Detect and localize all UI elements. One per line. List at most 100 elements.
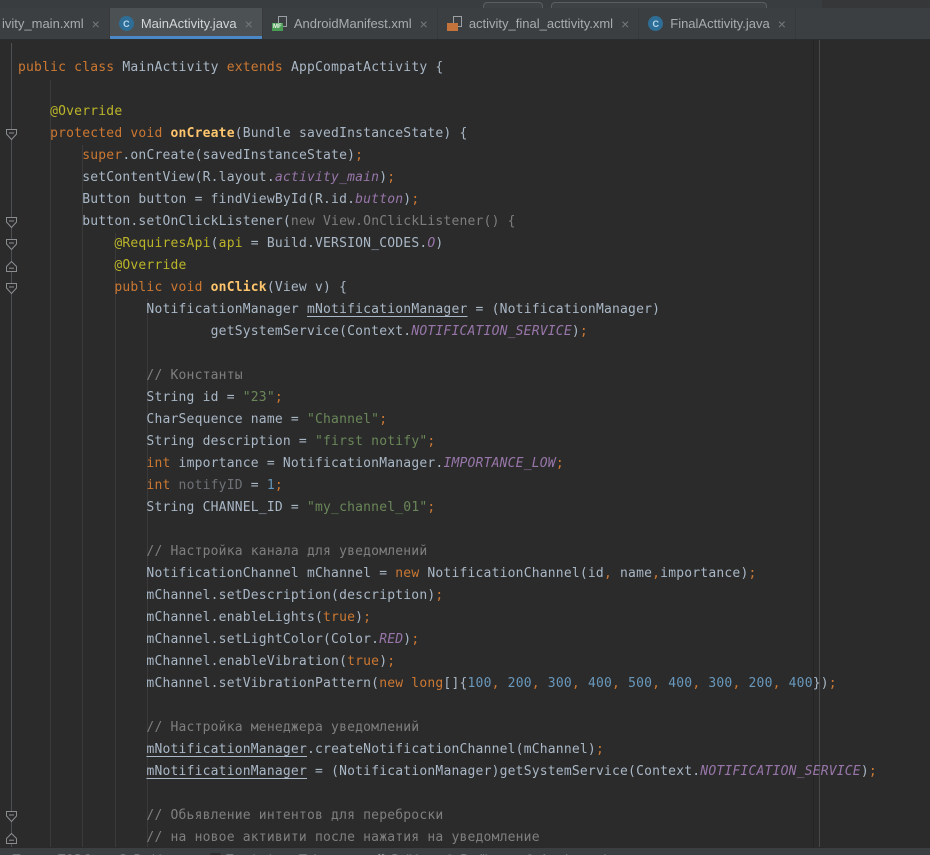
code-token: // Константы xyxy=(18,368,243,383)
code-line[interactable]: button.setOnClickListener(new View.OnCli… xyxy=(0,211,877,233)
code-token: }) xyxy=(813,676,829,691)
code-line[interactable]: Button button = findViewById(R.id.button… xyxy=(0,189,877,211)
code-token: ; xyxy=(748,566,756,581)
code-token: ) xyxy=(435,236,443,251)
code-line[interactable]: // на новое активити после нажатия на ув… xyxy=(0,827,877,847)
tool-window-button-profiler[interactable]: ◔Profiler xyxy=(431,852,511,855)
code-token: mNotificationManager xyxy=(146,764,307,779)
fold-down-icon[interactable] xyxy=(5,282,18,295)
tool-window-button-todo[interactable]: ≡TODO xyxy=(29,852,105,855)
code-token: true xyxy=(323,610,355,625)
fold-down-icon[interactable] xyxy=(5,238,18,251)
code-token: , xyxy=(572,676,580,691)
code-line[interactable]: mChannel.setDescription(description); xyxy=(0,585,877,607)
code-line[interactable]: String id = "23"; xyxy=(0,387,877,409)
code-line[interactable]: // Настройка менеджера уведомлений xyxy=(0,717,877,739)
tool-window-button-terminal[interactable]: >_Terminal xyxy=(197,852,284,855)
code-token: , xyxy=(532,676,540,691)
close-icon[interactable]: × xyxy=(621,17,629,31)
java-class-icon: C xyxy=(648,16,663,31)
code-line[interactable]: public class MainActivity extends AppCom… xyxy=(0,57,877,79)
tool-window-button-app-inspection[interactable]: ◎App Inspection xyxy=(511,852,632,855)
code-line[interactable]: String description = "first notify"; xyxy=(0,431,877,453)
code-token: , xyxy=(652,676,660,691)
code-token: = (NotificationManager)getSystemService(… xyxy=(307,764,700,779)
code-line[interactable]: NotificationChannel mChannel = new Notif… xyxy=(0,563,877,585)
code-line[interactable] xyxy=(0,343,877,365)
code-token: 300 xyxy=(540,676,572,691)
code-line[interactable]: public void onClick(View v) { xyxy=(0,277,877,299)
tab-ivity-main-xml[interactable]: ivity_main.xml × xyxy=(0,8,110,39)
code-line[interactable]: setContentView(R.layout.activity_main); xyxy=(0,167,877,189)
code-line[interactable]: // Константы xyxy=(0,365,877,387)
code-token: mChannel.enableVibration( xyxy=(18,654,347,669)
code-line[interactable]: @RequiresApi(api = Build.VERSION_CODES.O… xyxy=(0,233,877,255)
code-line[interactable]: String CHANNEL_ID = "my_channel_01"; xyxy=(0,497,877,519)
code-line[interactable]: NotificationManager mNotificationManager… xyxy=(0,299,877,321)
code-token: api xyxy=(219,236,243,251)
code-line[interactable]: mNotificationManager = (NotificationMana… xyxy=(0,761,877,783)
code-line[interactable]: mChannel.setVibrationPattern(new long[]{… xyxy=(0,673,877,695)
code-line[interactable]: mChannel.enableLights(true); xyxy=(0,607,877,629)
fold-up-icon[interactable] xyxy=(5,832,18,845)
code-line[interactable]: getSystemService(Context.NOTIFICATION_SE… xyxy=(0,321,877,343)
code-line[interactable]: @Override xyxy=(0,255,877,277)
code-token: ; xyxy=(427,434,435,449)
fold-down-icon[interactable] xyxy=(5,216,18,229)
code-token: ; xyxy=(387,170,395,185)
code-token: public void xyxy=(18,280,211,295)
code-line[interactable]: mNotificationManager.createNotificationC… xyxy=(0,739,877,761)
code-line[interactable]: @Override xyxy=(0,101,877,123)
tool-window-button-logcat[interactable]: ▤Logcat xyxy=(285,852,363,855)
fold-down-icon[interactable] xyxy=(5,128,18,141)
code-token: protected void xyxy=(18,126,171,141)
code-token: // Настройка канала для уведомлений xyxy=(18,544,427,559)
code-line[interactable]: mChannel.enableVibration(true); xyxy=(0,651,877,673)
layout-xml-file-icon xyxy=(447,16,462,31)
code-token: ; xyxy=(355,148,363,163)
code-token: 300 xyxy=(700,676,732,691)
code-token: ; xyxy=(556,456,564,471)
tab-finalacttivity-java[interactable]: CFinalActtivity.java× xyxy=(639,8,796,39)
code-token: super xyxy=(18,148,122,163)
code-line[interactable] xyxy=(0,783,877,805)
code-token: onClick xyxy=(211,280,267,295)
code-token: true xyxy=(347,654,379,669)
code-line[interactable]: // Обьявление интентов для переброски xyxy=(0,805,877,827)
tool-window-bar: □≡TODO!Problems>_Terminal▤Logcat⚒Build◔P… xyxy=(0,847,930,855)
code-line[interactable]: CharSequence name = "Channel"; xyxy=(0,409,877,431)
code-token: 400 xyxy=(660,676,692,691)
code-editor[interactable]: public class MainActivity extends AppCom… xyxy=(0,40,930,847)
close-icon[interactable]: × xyxy=(778,17,786,31)
tab-activity-final-acttivity-xml[interactable]: activity_final_acttivity.xml× xyxy=(438,8,639,39)
code-line[interactable] xyxy=(0,519,877,541)
code-line[interactable] xyxy=(0,695,877,717)
close-icon[interactable]: × xyxy=(245,17,253,31)
manifest-file-icon: MF xyxy=(272,16,287,31)
code-line[interactable]: mChannel.setLightColor(Color.RED); xyxy=(0,629,877,651)
tab-androidmanifest-xml[interactable]: MF AndroidManifest.xml × xyxy=(263,8,438,39)
code-line[interactable] xyxy=(0,79,877,101)
tab-label: AndroidManifest.xml xyxy=(294,16,412,31)
code-token: (Bundle savedInstanceState) { xyxy=(235,126,468,141)
code-token: @Override xyxy=(18,258,187,273)
code-line[interactable]: int importance = NotificationManager.IMP… xyxy=(0,453,877,475)
code-token: @RequiresApi xyxy=(18,236,211,251)
code-line[interactable]: // Настройка канала для уведомлений xyxy=(0,541,877,563)
tool-window-button-problems[interactable]: !Problems xyxy=(105,852,197,855)
tab-mainactivity-java[interactable]: CMainActivity.java× xyxy=(110,8,263,39)
code-token: new long xyxy=(379,676,443,691)
tab-label: ivity_main.xml xyxy=(2,16,84,31)
code-line[interactable]: super.onCreate(savedInstanceState); xyxy=(0,145,877,167)
tool-window-label: Build xyxy=(392,852,419,855)
code-token: (View v) { xyxy=(267,280,347,295)
code-token: importance) xyxy=(660,566,748,581)
tool-window-button-build[interactable]: ⚒Build xyxy=(363,852,432,855)
code-line[interactable]: protected void onCreate(Bundle savedInst… xyxy=(0,123,877,145)
close-icon[interactable]: × xyxy=(92,17,100,31)
code-line[interactable]: int notifyID = 1; xyxy=(0,475,877,497)
tool-window-label: TODO xyxy=(58,852,92,855)
fold-down-icon[interactable] xyxy=(5,810,18,823)
close-icon[interactable]: × xyxy=(420,17,428,31)
fold-up-icon[interactable] xyxy=(5,260,18,273)
